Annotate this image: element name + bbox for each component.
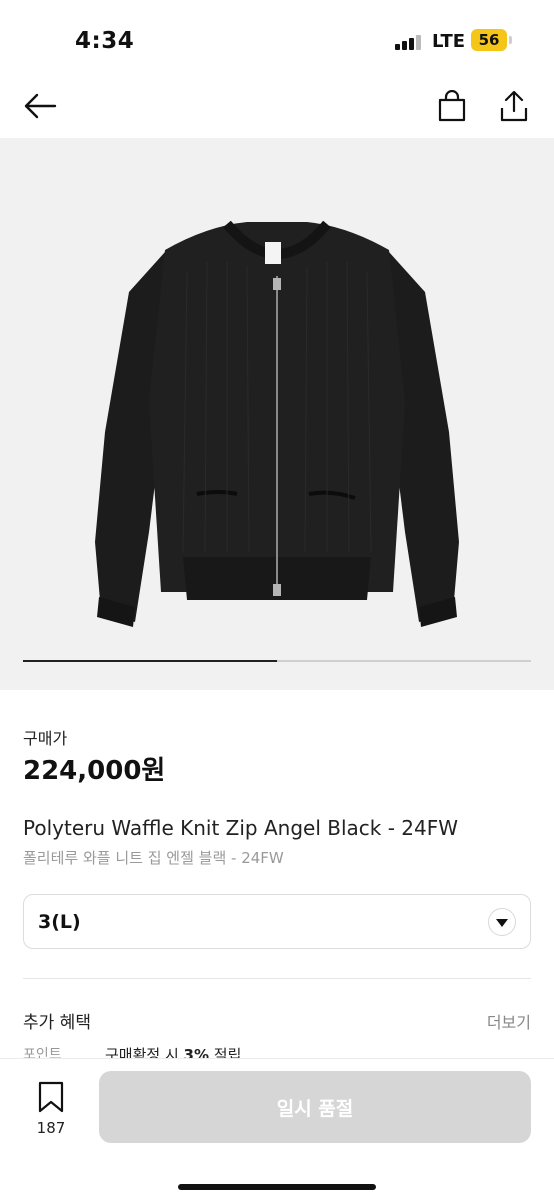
wishlist-count: 187 xyxy=(36,1119,66,1137)
shopping-bag-icon xyxy=(438,90,466,122)
share-button[interactable] xyxy=(496,88,532,124)
product-title-en: Polyteru Waffle Knit Zip Angel Black - 2… xyxy=(23,816,459,840)
signal-icon xyxy=(395,34,423,50)
product-image-gallery[interactable] xyxy=(0,138,554,690)
benefits-more-link[interactable]: 더보기 xyxy=(487,1009,531,1033)
back-button[interactable] xyxy=(22,88,58,124)
gallery-progress-fill xyxy=(23,660,277,662)
product-title-ko: 폴리테루 와플 니트 집 엔젤 블랙 - 24FW xyxy=(23,849,284,867)
price-value: 224,000원 xyxy=(23,756,166,786)
size-select[interactable]: 3(L) xyxy=(23,894,531,949)
network-label: LTE xyxy=(432,31,466,52)
bag-button[interactable] xyxy=(434,88,470,124)
size-select-value: 3(L) xyxy=(38,910,81,933)
bottom-action-bar: 187 일시 품절 xyxy=(0,1058,554,1200)
status-time: 4:34 xyxy=(75,28,135,54)
battery-icon: 56 xyxy=(471,29,507,51)
nav-bar xyxy=(0,70,554,138)
battery-tip xyxy=(509,36,512,44)
home-indicator xyxy=(178,1184,376,1190)
wishlist-button[interactable]: 187 xyxy=(30,1081,72,1137)
benefits-title: 추가 혜택 xyxy=(23,1013,91,1033)
bookmark-icon xyxy=(38,1081,64,1113)
product-image xyxy=(95,220,459,627)
price-label: 구매가 xyxy=(23,729,68,748)
share-icon xyxy=(500,90,528,122)
status-bar: 4:34 LTE 56 xyxy=(0,0,554,70)
sold-out-button[interactable]: 일시 품절 xyxy=(99,1071,531,1143)
gallery-progress-track xyxy=(23,660,531,662)
arrow-left-icon xyxy=(24,93,57,119)
chevron-down-icon xyxy=(488,908,516,936)
divider xyxy=(23,978,531,979)
